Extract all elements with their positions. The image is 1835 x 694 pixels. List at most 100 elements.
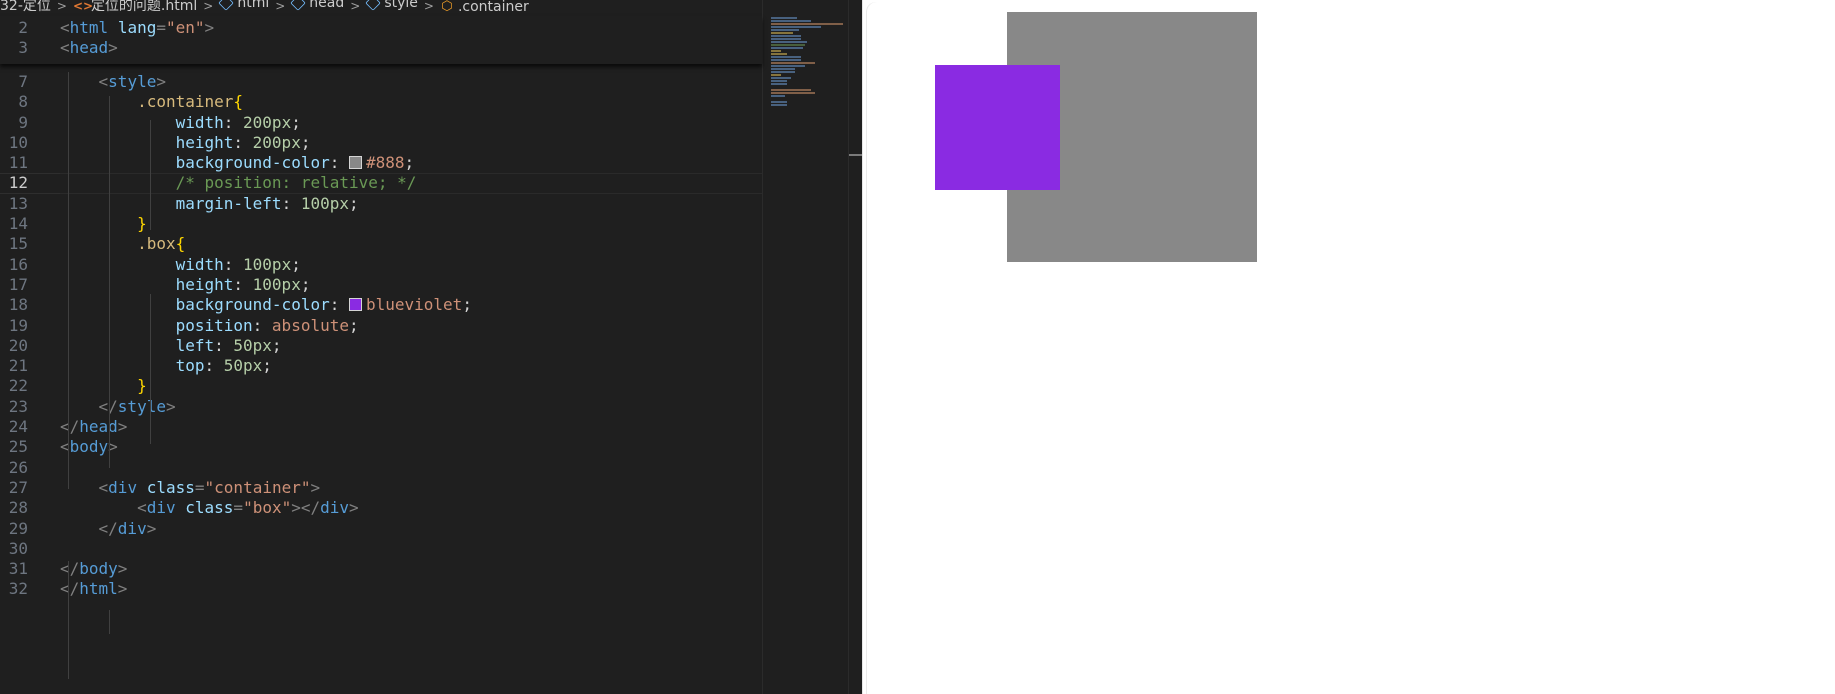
code-line[interactable]: 3 <head>	[0, 38, 762, 58]
line-number: 13	[8, 193, 28, 213]
line-number: 19	[8, 315, 28, 335]
line-number: 8	[18, 92, 28, 112]
breadcrumb-item-style[interactable]: style	[365, 0, 418, 11]
color-swatch-icon[interactable]	[348, 156, 362, 170]
line-number: 10	[8, 132, 28, 152]
code-line[interactable]: 2 <html lang="en">	[0, 18, 762, 38]
code-line[interactable]: 14 }	[0, 214, 762, 234]
indent-guide	[68, 561, 69, 679]
minimap-line	[771, 74, 781, 76]
line-number: 12	[8, 173, 28, 193]
breadcrumb-item-container[interactable]: ⬡ .container	[440, 0, 529, 15]
line-code: .container{	[137, 92, 244, 112]
line-code: left: 50px;	[175, 335, 282, 355]
code-editor[interactable]: 32-定位 > <> 定位的问题.html > html > head > style > ⬡ .con…	[0, 0, 862, 694]
minimap-line	[771, 80, 787, 82]
line-number: 7	[18, 72, 28, 91]
minimap-line	[771, 89, 811, 91]
chevron-right-icon: >	[56, 0, 67, 13]
line-number: 14	[8, 214, 28, 234]
code-area[interactable]: 7 <style> 8 .container{9 width: 200px; 10 …	[0, 72, 762, 600]
line-code: <style>	[98, 72, 166, 91]
line-code: width: 200px;	[175, 112, 301, 132]
line-code: background-color: blueviolet;	[175, 295, 472, 315]
line-number: 17	[8, 274, 28, 294]
line-number: 29	[8, 518, 28, 538]
code-line[interactable]: 10 height: 200px;	[0, 133, 762, 153]
box-div	[935, 65, 1060, 190]
minimap[interactable]	[762, 0, 848, 694]
line-code: .box{	[137, 234, 186, 254]
line-code: </html>	[60, 579, 128, 599]
vertical-scrollbar[interactable]	[848, 0, 862, 694]
minimap-line	[771, 101, 787, 103]
code-line[interactable]: 11 background-color: #888;	[0, 153, 762, 173]
code-line[interactable]: 19 position: absolute;	[0, 316, 762, 336]
code-line[interactable]: 24 </head>	[0, 417, 762, 437]
sticky-scroll-header[interactable]: 2 <html lang="en"> 3 <head>	[0, 16, 762, 64]
code-line[interactable]: 13 margin-left: 100px;	[0, 194, 762, 214]
code-line[interactable]: 15 .box{	[0, 234, 762, 254]
code-line[interactable]: 8 .container{	[0, 92, 762, 112]
chevron-right-icon: >	[350, 0, 361, 13]
line-number: 16	[8, 254, 28, 274]
line-number: 24	[8, 417, 28, 437]
code-line[interactable]: 31 </body>	[0, 559, 762, 579]
code-line[interactable]: 27 <div class="container">	[0, 478, 762, 498]
breadcrumb-item-label: head	[309, 0, 345, 11]
code-line[interactable]: 30	[0, 539, 762, 559]
line-number: 11	[8, 153, 28, 173]
code-line[interactable]: 25 <body>	[0, 437, 762, 457]
code-line[interactable]: 7 <style>	[0, 72, 762, 92]
line-code: </div>	[98, 518, 157, 538]
code-line[interactable]: 26	[0, 458, 762, 478]
line-code: }	[137, 214, 147, 234]
line-number: 28	[8, 498, 28, 518]
css-selector-icon: ⬡	[441, 0, 453, 14]
code-line[interactable]: 21 top: 50px;	[0, 356, 762, 376]
line-code: background-color: #888;	[175, 153, 415, 173]
line-code: margin-left: 100px;	[175, 193, 359, 213]
breadcrumb-item-label: .container	[457, 0, 529, 15]
breadcrumb-file[interactable]: <> 定位的问题.html	[73, 0, 197, 13]
minimap-line	[771, 23, 843, 25]
line-number: 3	[18, 38, 28, 58]
code-line[interactable]: 18 background-color: blueviolet;	[0, 295, 762, 315]
minimap-line	[771, 29, 799, 31]
minimap-line	[771, 77, 791, 79]
chevron-right-icon: >	[203, 0, 214, 13]
breadcrumb-folder-label: 32-定位	[0, 0, 51, 14]
chevron-right-icon: >	[275, 0, 286, 13]
code-line[interactable]: 17 height: 100px;	[0, 275, 762, 295]
minimap-line	[771, 56, 801, 58]
preview-viewport	[867, 2, 1835, 694]
indent-guide	[150, 294, 151, 444]
code-line[interactable]: 20 left: 50px;	[0, 336, 762, 356]
code-line[interactable]: 23 </style>	[0, 397, 762, 417]
minimap-line	[771, 50, 781, 52]
color-swatch-icon[interactable]	[348, 298, 362, 312]
code-line[interactable]: 22 }	[0, 376, 762, 396]
code-line[interactable]: 28 <div class="box"></div>	[0, 498, 762, 518]
indent-guide	[109, 610, 110, 634]
chevron-right-icon: >	[423, 0, 434, 13]
breadcrumb-folder[interactable]: 32-定位	[0, 0, 51, 14]
minimap-line	[771, 26, 821, 28]
line-number: 21	[8, 356, 28, 376]
code-line[interactable]: 9 width: 200px;	[0, 113, 762, 133]
code-line[interactable]: 32 </html>	[0, 579, 762, 599]
breadcrumb-item-head[interactable]: head	[290, 0, 345, 11]
line-number: 31	[8, 559, 28, 579]
line-number: 23	[8, 396, 28, 416]
minimap-line	[771, 35, 801, 37]
minimap-line	[771, 41, 807, 43]
breadcrumb-item-html[interactable]: html	[218, 0, 269, 11]
line-code: width: 100px;	[175, 254, 301, 274]
code-line[interactable]: 12 /* position: relative; */	[0, 173, 762, 195]
minimap-line	[771, 95, 785, 97]
code-line[interactable]: 16 width: 100px;	[0, 255, 762, 275]
line-code: <div class="box"></div>	[137, 498, 359, 518]
code-line[interactable]: 29 </div>	[0, 519, 762, 539]
line-number: 27	[8, 477, 28, 497]
line-number: 30	[8, 538, 28, 558]
